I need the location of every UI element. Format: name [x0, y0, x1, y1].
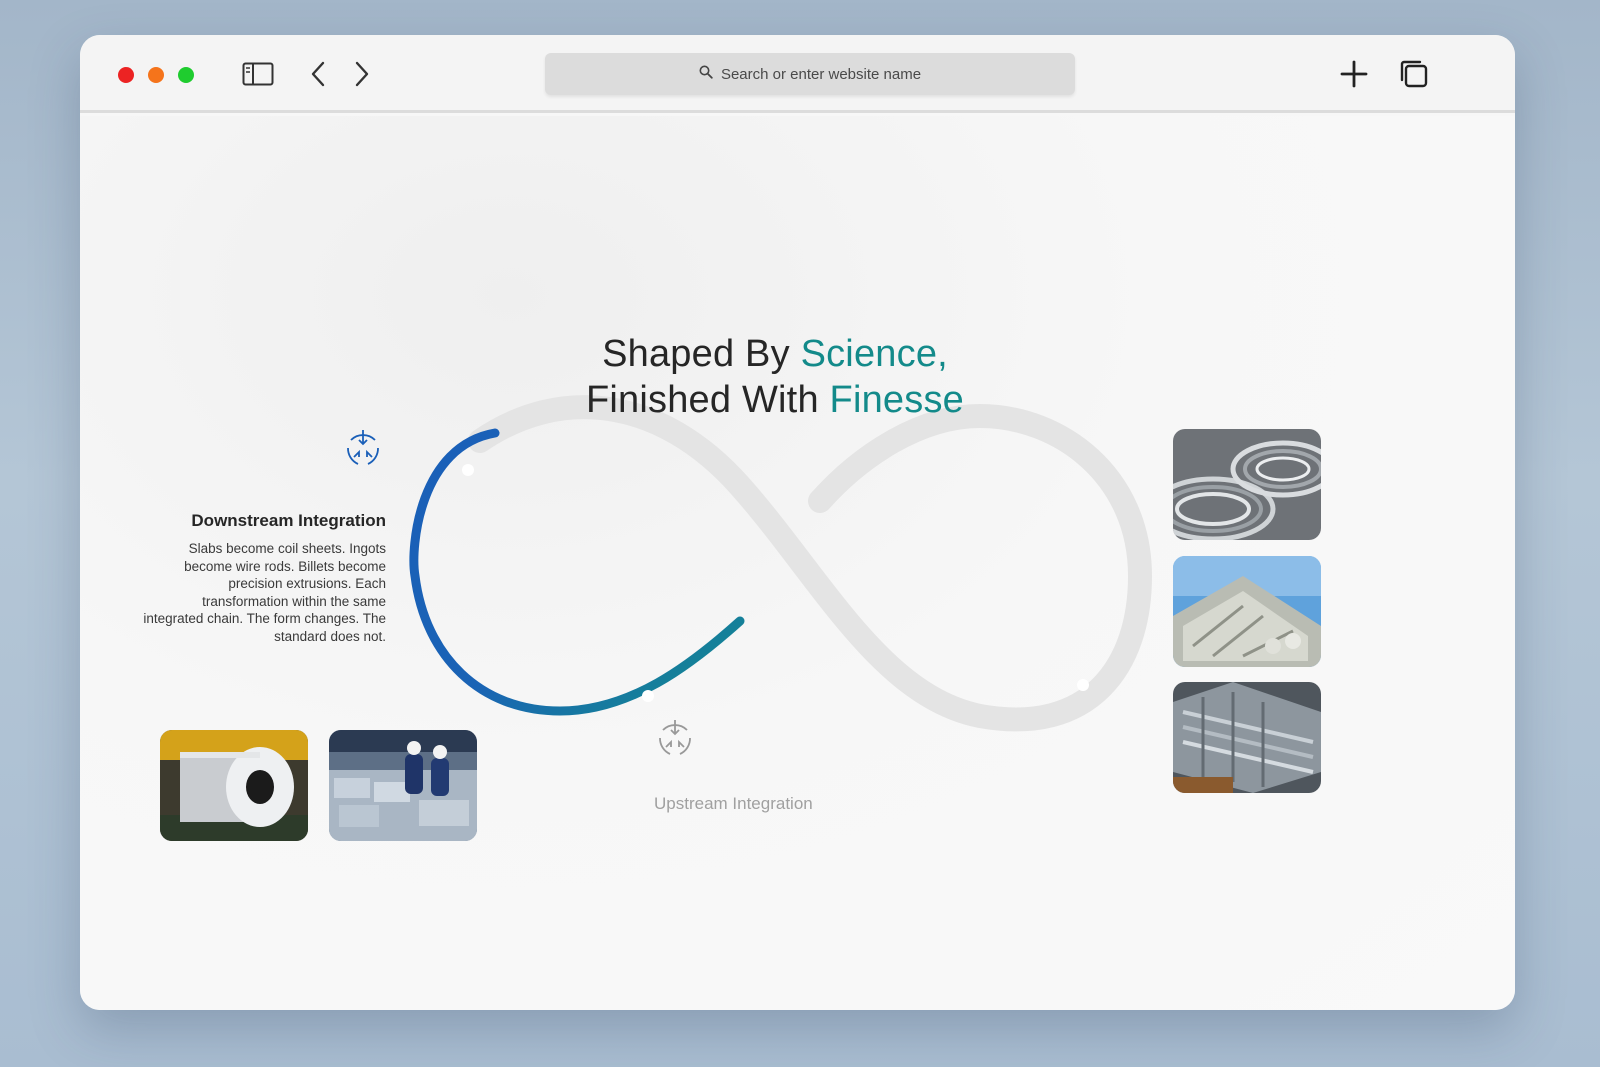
loop-marker-dot — [1077, 679, 1089, 691]
loop-marker-dot — [642, 690, 654, 702]
title-line2-accent: Finesse — [829, 379, 965, 421]
close-window-button[interactable] — [118, 67, 134, 83]
stacked-ingots-photo — [1173, 556, 1321, 667]
aluminium-coil-photo — [160, 730, 308, 841]
converge-arrows-icon — [342, 428, 384, 470]
title-line1-accent: Science, — [800, 333, 948, 375]
infinity-loop-track — [468, 395, 1153, 732]
page-content: Shaped By Science, Finished With Finesse… — [80, 116, 1515, 1010]
downstream-description: Slabs become coil sheets. Ingots become … — [143, 541, 386, 644]
page-title: Shaped By Science, Finished With Finesse — [480, 331, 1070, 423]
browser-toolbar: Search or enter website name — [80, 35, 1515, 113]
back-icon[interactable] — [300, 57, 336, 91]
upstream-title: Upstream Integration — [654, 794, 813, 813]
workers-inspecting-sheets-photo — [329, 730, 477, 841]
browser-window: Search or enter website name Shaped By S… — [80, 35, 1515, 1010]
title-line1-prefix: Shaped By — [602, 333, 801, 375]
extrusion-profiles-photo — [1173, 682, 1321, 793]
address-bar-placeholder: Search or enter website name — [720, 65, 922, 83]
title-line2-prefix: Finished With — [585, 379, 830, 421]
minimize-window-button[interactable] — [148, 67, 164, 83]
converge-arrows-icon — [654, 718, 696, 760]
infinity-loop-progress — [409, 428, 745, 716]
wire-coils-photo — [1173, 429, 1321, 540]
forward-icon[interactable] — [344, 57, 380, 91]
zoom-window-button[interactable] — [178, 67, 194, 83]
address-bar[interactable]: Search or enter website name — [545, 53, 1075, 95]
sidebar-icon[interactable] — [240, 57, 276, 91]
new-tab-icon[interactable] — [1336, 57, 1372, 91]
loop-marker-dot — [462, 464, 474, 476]
search-icon — [699, 65, 713, 84]
tabs-overview-icon[interactable] — [1396, 57, 1432, 91]
downstream-title: Downstream Integration — [191, 511, 386, 530]
